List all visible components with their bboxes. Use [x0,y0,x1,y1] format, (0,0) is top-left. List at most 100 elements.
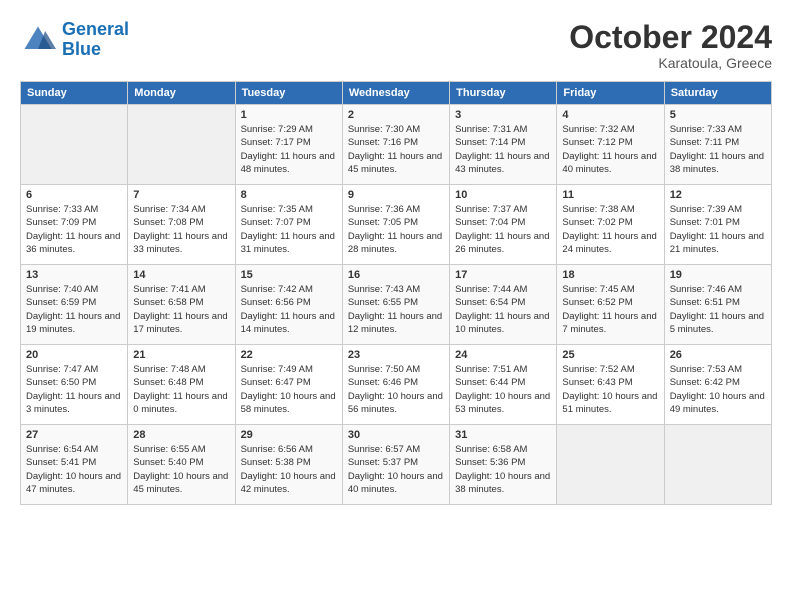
day-info: Sunrise: 7:51 AMSunset: 6:44 PMDaylight:… [455,363,551,416]
weekday-header-row: SundayMondayTuesdayWednesdayThursdayFrid… [21,82,772,105]
day-number: 31 [455,429,551,441]
calendar-cell: 2 Sunrise: 7:30 AMSunset: 7:16 PMDaylight… [342,105,449,185]
location-title: Karatoula, Greece [569,55,772,71]
calendar-cell: 8 Sunrise: 7:35 AMSunset: 7:07 PMDaylight… [235,185,342,265]
day-number: 21 [133,349,229,361]
day-info: Sunrise: 7:29 AMSunset: 7:17 PMDaylight:… [241,123,337,176]
weekday-header-friday: Friday [557,82,664,105]
calendar-cell: 27Sunrise: 6:54 AMSunset: 5:41 PMDayligh… [21,425,128,505]
weekday-header-sunday: Sunday [21,82,128,105]
day-info: Sunrise: 6:56 AMSunset: 5:38 PMDaylight:… [241,443,337,496]
calendar-cell: 25 Sunrise: 7:52 AMSunset: 6:43 PMDayligh… [557,345,664,425]
day-number: 28 [133,429,229,441]
day-number: 7 [133,189,229,201]
day-info: Sunrise: 7:40 AMSunset: 6:59 PMDaylight:… [26,283,122,336]
day-info: Sunrise: 7:32 AMSunset: 7:12 PMDaylight:… [562,123,658,176]
day-number: 3 [455,109,551,121]
day-number: 9 [348,189,444,201]
calendar-cell: 17 Sunrise: 7:44 AMSunset: 6:54 PMDayligh… [450,265,557,345]
day-number: 25 [562,349,658,361]
week-row-3: 13 Sunrise: 7:40 AMSunset: 6:59 PMDayligh… [21,265,772,345]
logo: General Blue [20,20,129,60]
calendar-cell: 31 Sunrise: 6:58 AMSunset: 5:36 PMDayligh… [450,425,557,505]
day-info: Sunrise: 7:39 AMSunset: 7:01 PMDaylight:… [670,203,766,256]
calendar-cell: 29 Sunrise: 6:56 AMSunset: 5:38 PMDayligh… [235,425,342,505]
calendar-cell: 19 Sunrise: 7:46 AMSunset: 6:51 PMDayligh… [664,265,771,345]
calendar-cell: 16 Sunrise: 7:43 AMSunset: 6:55 PMDayligh… [342,265,449,345]
day-info: Sunrise: 7:30 AMSunset: 7:16 PMDaylight:… [348,123,444,176]
week-row-5: 27Sunrise: 6:54 AMSunset: 5:41 PMDayligh… [21,425,772,505]
calendar-cell: 4Sunrise: 7:32 AMSunset: 7:12 PMDaylight… [557,105,664,185]
calendar-cell [557,425,664,505]
calendar-cell: 5 Sunrise: 7:33 AMSunset: 7:11 PMDaylight… [664,105,771,185]
day-info: Sunrise: 7:50 AMSunset: 6:46 PMDaylight:… [348,363,444,416]
calendar-cell: 15 Sunrise: 7:42 AMSunset: 6:56 PMDayligh… [235,265,342,345]
day-info: Sunrise: 7:44 AMSunset: 6:54 PMDaylight:… [455,283,551,336]
day-number: 1 [241,109,337,121]
calendar-cell: 14 Sunrise: 7:41 AMSunset: 6:58 PMDayligh… [128,265,235,345]
day-info: Sunrise: 7:48 AMSunset: 6:48 PMDaylight:… [133,363,229,416]
logo-text: General Blue [62,20,129,60]
day-info: Sunrise: 7:33 AMSunset: 7:09 PMDaylight:… [26,203,122,256]
day-number: 30 [348,429,444,441]
day-number: 17 [455,269,551,281]
calendar-cell [128,105,235,185]
day-number: 15 [241,269,337,281]
weekday-header-thursday: Thursday [450,82,557,105]
day-number: 19 [670,269,766,281]
day-number: 24 [455,349,551,361]
day-number: 8 [241,189,337,201]
calendar-cell [21,105,128,185]
calendar-cell: 20Sunrise: 7:47 AMSunset: 6:50 PMDayligh… [21,345,128,425]
calendar-cell: 7Sunrise: 7:34 AMSunset: 7:08 PMDaylight… [128,185,235,265]
calendar-cell [664,425,771,505]
calendar-cell: 1 Sunrise: 7:29 AMSunset: 7:17 PMDaylight… [235,105,342,185]
calendar-table: SundayMondayTuesdayWednesdayThursdayFrid… [20,81,772,505]
day-info: Sunrise: 7:31 AMSunset: 7:14 PMDaylight:… [455,123,551,176]
day-info: Sunrise: 6:58 AMSunset: 5:36 PMDaylight:… [455,443,551,496]
weekday-header-wednesday: Wednesday [342,82,449,105]
weekday-header-tuesday: Tuesday [235,82,342,105]
calendar-cell: 13 Sunrise: 7:40 AMSunset: 6:59 PMDayligh… [21,265,128,345]
day-number: 29 [241,429,337,441]
day-number: 26 [670,349,766,361]
day-number: 2 [348,109,444,121]
calendar-cell: 22Sunrise: 7:49 AMSunset: 6:47 PMDayligh… [235,345,342,425]
day-info: Sunrise: 7:43 AMSunset: 6:55 PMDaylight:… [348,283,444,336]
day-info: Sunrise: 7:41 AMSunset: 6:58 PMDaylight:… [133,283,229,336]
day-info: Sunrise: 7:46 AMSunset: 6:51 PMDaylight:… [670,283,766,336]
calendar-cell: 11Sunrise: 7:38 AMSunset: 7:02 PMDayligh… [557,185,664,265]
day-number: 12 [670,189,766,201]
logo-line1: General [62,19,129,39]
calendar-cell: 6 Sunrise: 7:33 AMSunset: 7:09 PMDaylight… [21,185,128,265]
day-number: 23 [348,349,444,361]
calendar-cell: 26 Sunrise: 7:53 AMSunset: 6:42 PMDayligh… [664,345,771,425]
week-row-4: 20Sunrise: 7:47 AMSunset: 6:50 PMDayligh… [21,345,772,425]
page-header: General Blue October 2024 Karatoula, Gre… [20,20,772,71]
day-info: Sunrise: 7:47 AMSunset: 6:50 PMDaylight:… [26,363,122,416]
day-number: 14 [133,269,229,281]
day-info: Sunrise: 6:55 AMSunset: 5:40 PMDaylight:… [133,443,229,496]
title-block: October 2024 Karatoula, Greece [569,20,772,71]
logo-icon [20,22,56,58]
day-info: Sunrise: 7:42 AMSunset: 6:56 PMDaylight:… [241,283,337,336]
day-info: Sunrise: 7:36 AMSunset: 7:05 PMDaylight:… [348,203,444,256]
day-info: Sunrise: 7:33 AMSunset: 7:11 PMDaylight:… [670,123,766,176]
day-number: 10 [455,189,551,201]
day-number: 5 [670,109,766,121]
day-number: 18 [562,269,658,281]
calendar-cell: 30 Sunrise: 6:57 AMSunset: 5:37 PMDayligh… [342,425,449,505]
day-info: Sunrise: 7:45 AMSunset: 6:52 PMDaylight:… [562,283,658,336]
day-info: Sunrise: 6:57 AMSunset: 5:37 PMDaylight:… [348,443,444,496]
week-row-2: 6 Sunrise: 7:33 AMSunset: 7:09 PMDaylight… [21,185,772,265]
day-info: Sunrise: 7:52 AMSunset: 6:43 PMDaylight:… [562,363,658,416]
day-number: 13 [26,269,122,281]
calendar-cell: 3 Sunrise: 7:31 AMSunset: 7:14 PMDaylight… [450,105,557,185]
day-number: 11 [562,189,658,201]
day-info: Sunrise: 7:35 AMSunset: 7:07 PMDaylight:… [241,203,337,256]
day-number: 6 [26,189,122,201]
day-number: 16 [348,269,444,281]
logo-line2: Blue [62,39,101,59]
day-info: Sunrise: 7:53 AMSunset: 6:42 PMDaylight:… [670,363,766,416]
calendar-cell: 10Sunrise: 7:37 AMSunset: 7:04 PMDayligh… [450,185,557,265]
